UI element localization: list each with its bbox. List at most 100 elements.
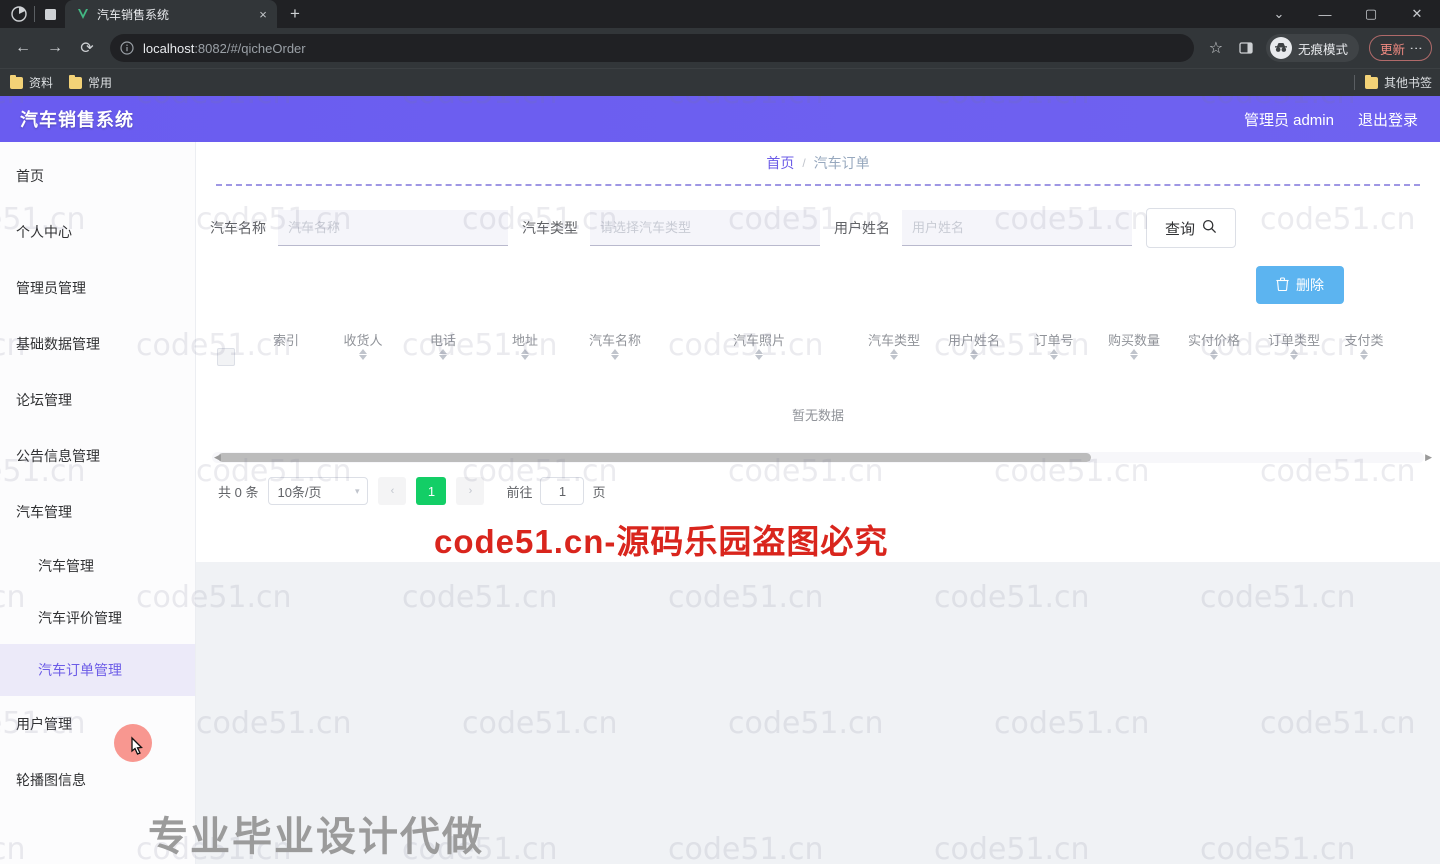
bookmark-item[interactable]: 常用 — [69, 74, 112, 91]
search-input-car-name[interactable] — [278, 210, 508, 246]
sidebar-item-8[interactable]: 汽车评价管理 — [0, 592, 195, 644]
sidebar-item-label: 汽车管理 — [16, 504, 72, 520]
delete-button[interactable]: 删除 — [1256, 266, 1344, 304]
pagination-page-1[interactable]: 1 — [416, 477, 447, 505]
sidebar-item-2[interactable]: 管理员管理 — [0, 260, 195, 316]
table-column-header[interactable]: 订单类型 — [1254, 326, 1334, 360]
column-label: 实付价格 — [1187, 333, 1240, 348]
window-minimize-button[interactable]: — — [1302, 0, 1348, 28]
site-info-icon[interactable] — [120, 40, 135, 56]
window-controls: ⌄ — ▢ ✕ — [1256, 0, 1440, 28]
goto-page-input[interactable] — [540, 477, 585, 505]
sort-arrows-icon[interactable] — [1290, 349, 1298, 360]
sort-arrows-icon[interactable] — [521, 349, 529, 360]
scroll-left-icon[interactable]: ◀ — [214, 452, 221, 463]
sort-arrows-icon[interactable] — [1210, 349, 1218, 360]
chrome-menu-icon[interactable]: ⋮ — [1407, 42, 1426, 55]
main-content: 首页 / 汽车订单 汽车名称 汽车类型 — [196, 142, 1440, 864]
breadcrumb-separator: / — [802, 156, 806, 170]
field-car-type: 汽车类型 — [516, 210, 820, 246]
address-bar-url: localhost:8082/#/qicheOrder — [143, 41, 306, 56]
table-horizontal-scrollbar[interactable]: ◀ ▶ — [212, 452, 1432, 463]
search-select-car-type[interactable] — [590, 210, 820, 246]
incognito-indicator[interactable]: 无痕模式 — [1265, 34, 1359, 62]
table-column-header[interactable]: 支付类 — [1334, 326, 1394, 360]
sort-arrows-icon[interactable] — [359, 349, 367, 360]
table-column-header[interactable]: 汽车类型 — [854, 326, 934, 360]
chrome-tab-list-chevron-icon[interactable]: ⌄ — [1256, 0, 1302, 28]
tab-strip: 汽车销售系统 × + ⌄ — ▢ ✕ — [0, 0, 1440, 28]
sidebar-item-5[interactable]: 公告信息管理 — [0, 428, 195, 484]
sidebar-item-3[interactable]: 基础数据管理 — [0, 316, 195, 372]
pagination-prev-button[interactable]: ‹ — [378, 477, 407, 505]
pagination-next-button[interactable]: › — [456, 477, 485, 505]
sidebar-item-4[interactable]: 论坛管理 — [0, 372, 195, 428]
select-all-checkbox[interactable] — [217, 348, 235, 366]
sort-arrows-icon[interactable] — [890, 349, 898, 360]
sort-arrows-icon[interactable] — [970, 349, 978, 360]
new-tab-button[interactable]: + — [281, 0, 309, 28]
table-column-header[interactable]: 汽车照片 — [664, 326, 854, 360]
browser-toolbar: ← → ⟳ localhost:8082/#/qicheOrder ☆ 无痕模式… — [0, 28, 1440, 68]
table-column-header[interactable]: 订单号 — [1014, 326, 1094, 360]
column-label: 订单类型 — [1267, 333, 1320, 348]
sidebar-item-6[interactable]: 汽车管理 — [0, 484, 195, 540]
address-bar[interactable]: localhost:8082/#/qicheOrder — [110, 34, 1194, 62]
sort-arrows-icon[interactable] — [611, 349, 619, 360]
search-input-user-name[interactable] — [902, 210, 1132, 246]
content-card: 首页 / 汽车订单 汽车名称 汽车类型 — [196, 142, 1440, 562]
chevron-down-icon: ▾ — [354, 485, 360, 496]
tab-search-icon[interactable] — [41, 5, 59, 23]
other-bookmarks-button[interactable]: 其他书签 — [1364, 74, 1432, 91]
chrome-left-icons — [8, 0, 65, 28]
sidebar-item-10[interactable]: 用户管理 — [0, 696, 195, 752]
table-column-header[interactable]: 汽车名称 — [566, 326, 664, 360]
sidebar-item-11[interactable]: 轮播图信息 — [0, 752, 195, 808]
scrollbar-thumb[interactable] — [218, 453, 1091, 462]
table-column-header: 索引 — [248, 326, 324, 349]
query-button[interactable]: 查询 — [1146, 208, 1236, 248]
sidebar-item-label: 轮播图信息 — [16, 772, 86, 788]
window-close-button[interactable]: ✕ — [1394, 0, 1440, 28]
sort-arrows-icon[interactable] — [1130, 349, 1138, 360]
update-button[interactable]: 更新 ⋮ — [1368, 35, 1432, 61]
sort-arrows-icon[interactable] — [755, 349, 763, 360]
table-column-header[interactable]: 购买数量 — [1094, 326, 1174, 360]
sidebar-item-7[interactable]: 汽车管理 — [0, 540, 195, 592]
bookmark-item[interactable]: 资料 — [10, 74, 53, 91]
browser-chrome: 汽车销售系统 × + ⌄ — ▢ ✕ ← → ⟳ localhost:8082/… — [0, 0, 1440, 96]
side-panel-icon[interactable] — [1232, 34, 1260, 62]
select-all-cell — [204, 326, 248, 366]
forward-icon[interactable]: → — [40, 33, 70, 63]
scroll-right-icon[interactable]: ▶ — [1425, 452, 1432, 463]
sidebar-item-9[interactable]: 汽车订单管理 — [0, 644, 195, 696]
bookmarks-divider — [1353, 75, 1355, 90]
application-window: 汽车销售系统 管理员 admin 退出登录 首页 个人中心 管理员管理 基础数据管理论… — [0, 96, 1440, 864]
sort-arrows-icon[interactable] — [439, 349, 447, 360]
breadcrumb-home[interactable]: 首页 — [766, 153, 794, 173]
sort-arrows-icon[interactable] — [1360, 349, 1368, 360]
table-empty-state: 暂无数据 — [204, 382, 1432, 446]
search-form: 汽车名称 汽车类型 用户姓名 查询 — [196, 186, 1440, 248]
reload-icon[interactable]: ⟳ — [72, 33, 102, 63]
logout-button[interactable]: 退出登录 — [1358, 109, 1418, 130]
bookmark-star-icon[interactable]: ☆ — [1202, 34, 1230, 62]
table-column-header[interactable]: 收货人 — [324, 326, 402, 360]
incognito-label: 无痕模式 — [1297, 42, 1348, 57]
window-maximize-button[interactable]: ▢ — [1348, 0, 1394, 28]
table-column-header[interactable]: 电话 — [402, 326, 484, 360]
back-icon[interactable]: ← — [8, 33, 38, 63]
page-size-select[interactable]: 10条/页 ▾ — [268, 477, 369, 505]
browser-tab-active[interactable]: 汽车销售系统 × — [65, 0, 277, 28]
tab-close-icon[interactable]: × — [255, 6, 271, 22]
table-column-header[interactable]: 实付价格 — [1174, 326, 1254, 360]
sidebar-item-1[interactable]: 个人中心 — [0, 204, 195, 260]
column-label: 收货人 — [343, 333, 383, 348]
field-car-name: 汽车名称 — [204, 210, 508, 246]
field-label-user-name: 用户姓名 — [834, 220, 890, 236]
sort-arrows-icon[interactable] — [1050, 349, 1058, 360]
table-column-header[interactable]: 用户姓名 — [934, 326, 1014, 360]
table-column-header[interactable]: 地址 — [484, 326, 566, 360]
sidebar-item-0[interactable]: 首页 — [0, 148, 195, 204]
current-user-label: 管理员 admin — [1243, 111, 1334, 129]
